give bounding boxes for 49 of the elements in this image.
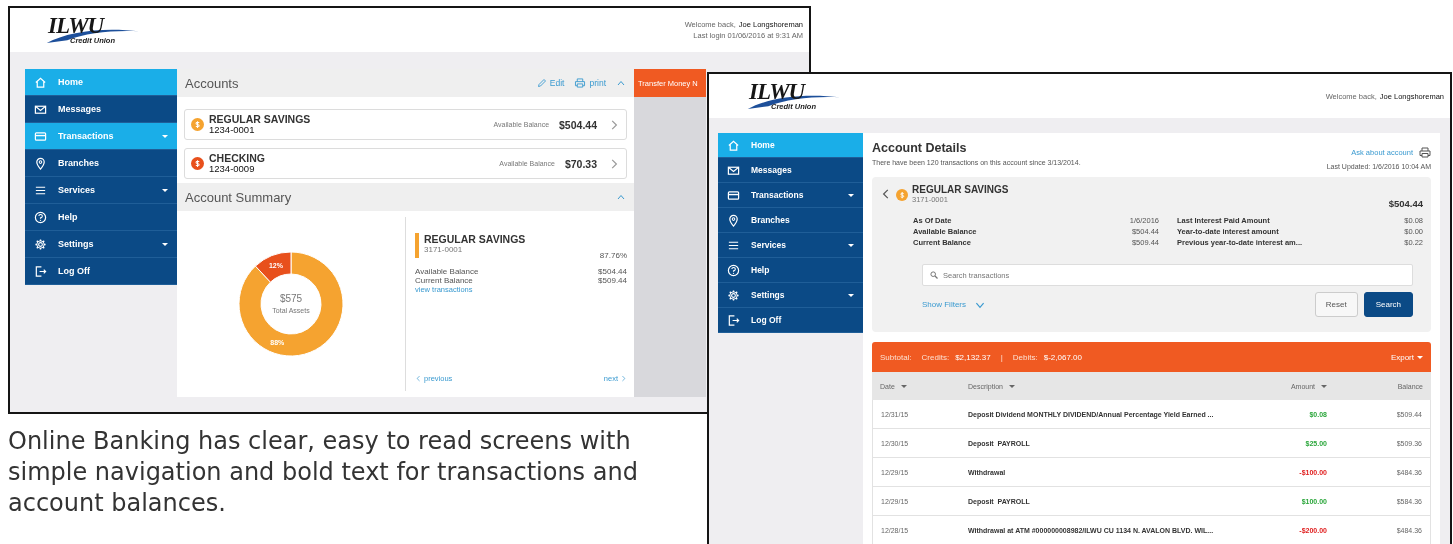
settings-icon — [727, 288, 740, 302]
account-name: REGULAR SAVINGS — [209, 114, 312, 125]
credits-value: $2,132.37 — [955, 352, 991, 362]
card-icon — [727, 188, 740, 202]
account-name: REGULAR SAVINGS — [912, 184, 1009, 195]
logout-icon — [727, 313, 740, 327]
debits-label: Debits: — [1012, 352, 1038, 362]
page-title: Account Details — [872, 141, 968, 155]
separator: | — [1000, 352, 1003, 362]
balance-label: Available Balance — [415, 267, 479, 276]
caret-icon — [1417, 355, 1423, 359]
credits-label: Credits: — [921, 352, 950, 362]
account-name: REGULAR SAVINGS — [424, 233, 527, 245]
chevron-icon[interactable] — [616, 78, 626, 88]
help-icon — [727, 263, 740, 277]
panel-title: Accounts — [185, 75, 240, 91]
help-icon — [34, 210, 47, 224]
caption: Online Banking has clear, easy to read screens with simple navigation and bold text for transactions and account balances. — [8, 426, 639, 519]
total-value: $575 — [279, 293, 303, 304]
printer-icon — [574, 78, 587, 88]
logout-icon — [34, 264, 47, 278]
account-share: 87.76% — [599, 251, 627, 260]
home-icon — [727, 138, 740, 152]
printer-icon[interactable] — [1419, 147, 1431, 158]
pencil-icon — [536, 78, 547, 88]
panel-title: Account Summary — [185, 189, 293, 205]
account-number: 1234-0009 — [209, 164, 256, 174]
logo-name: ILWU — [48, 13, 104, 38]
search-icon — [930, 271, 938, 279]
balance-value: $70.33 — [564, 157, 597, 170]
settings-icon — [34, 237, 47, 251]
balance-value: $504.44 — [598, 267, 627, 276]
home-icon — [34, 75, 47, 89]
balance-value: $504.44 — [559, 118, 597, 131]
account-number: 1234-0001 — [209, 125, 256, 135]
subtotal-label: Subtotal: — [880, 352, 912, 362]
pin-icon — [727, 213, 740, 227]
logo-name: ILWU — [749, 79, 805, 104]
pin-icon — [34, 156, 47, 170]
card-icon — [34, 129, 47, 143]
chevron-icon[interactable] — [616, 192, 626, 202]
balance-value: $509.44 — [598, 276, 627, 285]
account-balance: $504.44 — [1388, 198, 1423, 209]
account-number: 3171-0001 — [424, 245, 463, 256]
reset-button[interactable]: Reset — [1314, 292, 1358, 317]
balance-label: Current Balance — [415, 276, 473, 285]
account-name: CHECKING — [209, 153, 266, 164]
debits-value: $-2,067.00 — [1043, 352, 1082, 362]
search-button[interactable]: Search — [1363, 292, 1413, 317]
